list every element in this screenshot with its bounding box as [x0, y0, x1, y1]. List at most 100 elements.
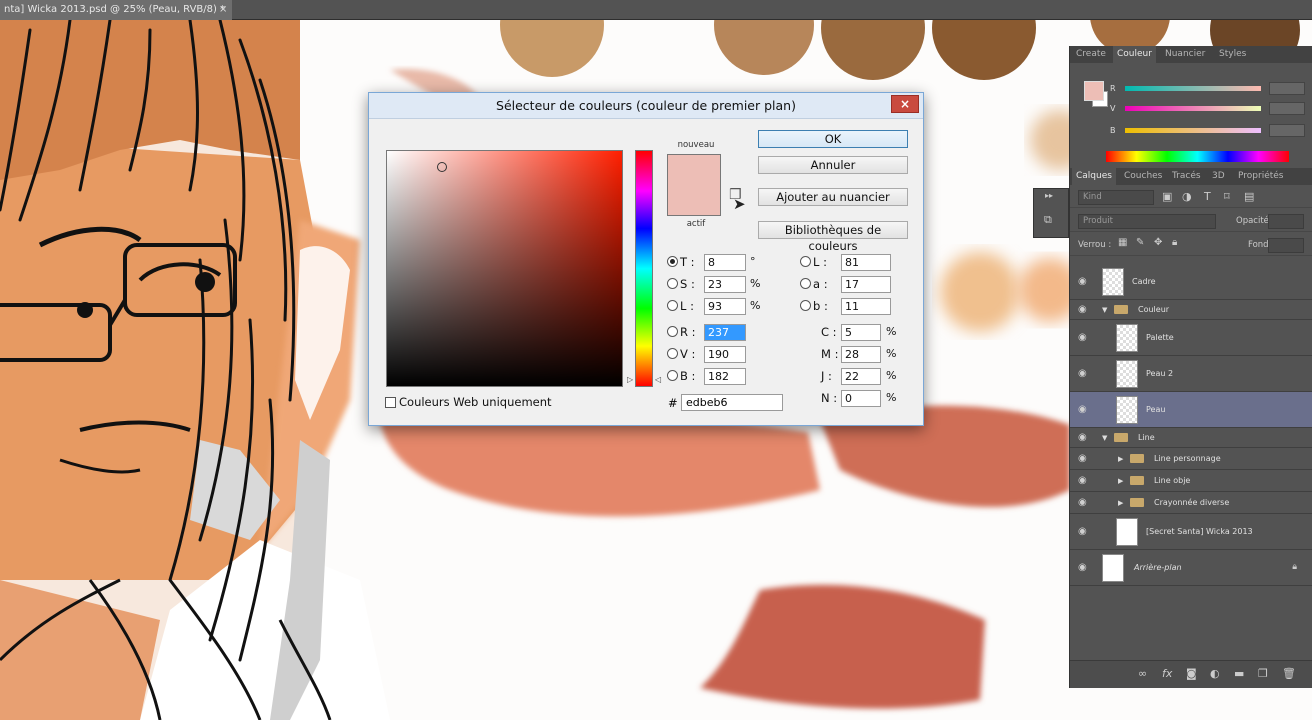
visibility-eye-icon[interactable]: ◉ — [1078, 304, 1087, 315]
hue-radio[interactable] — [667, 256, 678, 267]
tab-create[interactable]: Create — [1076, 46, 1106, 63]
saturation-brightness-field[interactable] — [386, 150, 623, 387]
tab-styles[interactable]: Styles — [1219, 46, 1246, 63]
background-layer-row[interactable]: ◉ Arrière-plan 🔒︎ — [1070, 550, 1312, 586]
web-colors-checkbox-box[interactable] — [385, 397, 396, 408]
visibility-eye-icon[interactable]: ◉ — [1078, 562, 1087, 573]
cancel-button[interactable]: Annuler — [758, 156, 908, 174]
visibility-eye-icon[interactable]: ◉ — [1078, 453, 1087, 464]
magenta-input[interactable]: 28 — [841, 346, 881, 363]
tab-swatches[interactable]: Nuancier — [1165, 46, 1205, 63]
hue-input[interactable]: 8 — [704, 254, 746, 271]
lab-b-radio[interactable] — [800, 300, 811, 311]
layer-group-row[interactable]: ◉ ▶ Line personnage — [1070, 448, 1312, 470]
green-slider[interactable] — [1125, 106, 1261, 111]
opacity-field[interactable] — [1268, 214, 1304, 229]
visibility-eye-icon[interactable]: ◉ — [1078, 276, 1087, 287]
saturation-radio[interactable] — [667, 278, 678, 289]
red-slider[interactable] — [1125, 86, 1261, 91]
hex-input[interactable]: edbeb6 — [681, 394, 783, 411]
hue-slider-left-arrow-icon[interactable]: ▷ — [627, 375, 633, 384]
yellow-input[interactable]: 22 — [841, 368, 881, 385]
layer-row[interactable]: ◉ [Secret Santa] Wicka 2013 — [1070, 514, 1312, 550]
visibility-eye-icon[interactable]: ◉ — [1078, 497, 1087, 508]
visibility-eye-icon[interactable]: ◉ — [1078, 368, 1087, 379]
lock-position-icon[interactable]: ✥ — [1154, 237, 1162, 248]
new-layer-icon[interactable]: ❐ — [1258, 667, 1268, 680]
layer-group-row[interactable]: ◉ ▶ Crayonnée diverse — [1070, 492, 1312, 514]
layer-group-row[interactable]: ◉ ▶ Line obje — [1070, 470, 1312, 492]
blue-input[interactable]: 182 — [704, 368, 746, 385]
green-radio[interactable] — [667, 348, 678, 359]
lab-l-radio[interactable] — [800, 256, 811, 267]
dialog-title-bar[interactable]: Sélecteur de couleurs (couleur de premie… — [369, 93, 923, 119]
visibility-eye-icon[interactable]: ◉ — [1078, 475, 1087, 486]
tab-color[interactable]: Couleur — [1113, 46, 1156, 63]
document-tab[interactable]: nta] Wicka 2013.psd @ 25% (Peau, RVB/8) … — [0, 0, 232, 20]
foreground-color-swatch[interactable] — [1084, 81, 1104, 101]
group-collapsed-caret-icon[interactable]: ▶ — [1118, 477, 1123, 485]
new-group-icon[interactable]: ▬ — [1234, 667, 1244, 680]
lab-b-input[interactable]: 11 — [841, 298, 891, 315]
add-mask-icon[interactable]: ◙ — [1186, 667, 1197, 680]
pixel-filter-icon[interactable]: ▣ — [1162, 190, 1172, 203]
filter-kind-dropdown[interactable]: Kind — [1078, 190, 1154, 205]
red-radio[interactable] — [667, 326, 678, 337]
group-collapsed-caret-icon[interactable]: ▶ — [1118, 499, 1123, 507]
layer-group-row[interactable]: ◉ ▼ Couleur — [1070, 300, 1312, 320]
blue-slider[interactable] — [1125, 128, 1261, 133]
new-adjustment-layer-icon[interactable]: ◐ — [1210, 667, 1220, 680]
cyan-input[interactable]: 5 — [841, 324, 881, 341]
close-tab-icon[interactable]: × — [219, 0, 227, 20]
tab-channels[interactable]: Couches — [1124, 168, 1162, 185]
shape-filter-icon[interactable]: ⌑ — [1224, 190, 1230, 203]
visibility-eye-icon[interactable]: ◉ — [1078, 526, 1087, 537]
hue-slider[interactable] — [635, 150, 653, 387]
tab-3d[interactable]: 3D — [1212, 168, 1225, 185]
lock-transparency-icon[interactable]: ▦ — [1118, 237, 1127, 248]
brightness-input[interactable]: 93 — [704, 298, 746, 315]
layer-row[interactable]: ◉ Peau 2 — [1070, 356, 1312, 392]
lock-image-icon[interactable]: ✎ — [1136, 237, 1144, 248]
delete-layer-icon[interactable]: 🗑︎ — [1282, 667, 1296, 680]
tab-layers[interactable]: Calques — [1072, 168, 1116, 185]
color-spectrum-bar[interactable] — [1106, 151, 1289, 162]
layer-style-icon[interactable]: fx — [1162, 667, 1172, 680]
smart-object-filter-icon[interactable]: ▤ — [1244, 190, 1254, 203]
adjustment-filter-icon[interactable]: ◑ — [1182, 190, 1192, 203]
visibility-eye-icon[interactable]: ◉ — [1078, 332, 1087, 343]
blue-radio[interactable] — [667, 370, 678, 381]
group-expanded-caret-icon[interactable]: ▼ — [1102, 306, 1107, 314]
layer-group-row[interactable]: ◉ ▼ Line — [1070, 428, 1312, 448]
saturation-input[interactable]: 23 — [704, 276, 746, 293]
visibility-eye-icon[interactable]: ◉ — [1078, 432, 1087, 443]
history-icon[interactable]: ⧉ — [1044, 213, 1052, 227]
add-to-swatches-button[interactable]: Ajouter au nuancier — [758, 188, 908, 206]
lab-l-input[interactable]: 81 — [841, 254, 891, 271]
red-value-field[interactable] — [1269, 82, 1305, 95]
fill-field[interactable] — [1268, 238, 1304, 253]
group-collapsed-caret-icon[interactable]: ▶ — [1118, 455, 1123, 463]
tab-properties[interactable]: Propriétés — [1238, 168, 1283, 185]
blue-value-field[interactable] — [1269, 124, 1305, 137]
group-expanded-caret-icon[interactable]: ▼ — [1102, 434, 1107, 442]
type-filter-icon[interactable]: T — [1204, 190, 1211, 203]
visibility-eye-icon[interactable]: ◉ — [1078, 404, 1087, 415]
red-input[interactable]: 237 — [704, 324, 746, 341]
lab-a-radio[interactable] — [800, 278, 811, 289]
ok-button[interactable]: OK — [758, 130, 908, 148]
hue-slider-right-arrow-icon[interactable]: ◁ — [655, 375, 661, 384]
link-layers-icon[interactable]: ∞ — [1138, 667, 1147, 680]
lock-all-icon[interactable]: 🔒︎ — [1172, 237, 1177, 248]
lab-a-input[interactable]: 17 — [841, 276, 891, 293]
web-colors-only-checkbox[interactable]: Couleurs Web uniquement — [385, 395, 552, 409]
blend-mode-dropdown[interactable]: Produit — [1078, 214, 1216, 229]
layer-row[interactable]: ◉ Palette — [1070, 320, 1312, 356]
close-dialog-button[interactable]: × — [891, 95, 919, 113]
new-color-swatch[interactable] — [667, 154, 721, 216]
layer-row-selected[interactable]: ◉ Peau — [1070, 392, 1312, 428]
layer-row[interactable]: ◉ Cadre — [1070, 264, 1312, 300]
tab-paths[interactable]: Tracés — [1172, 168, 1201, 185]
black-input[interactable]: 0 — [841, 390, 881, 407]
green-value-field[interactable] — [1269, 102, 1305, 115]
